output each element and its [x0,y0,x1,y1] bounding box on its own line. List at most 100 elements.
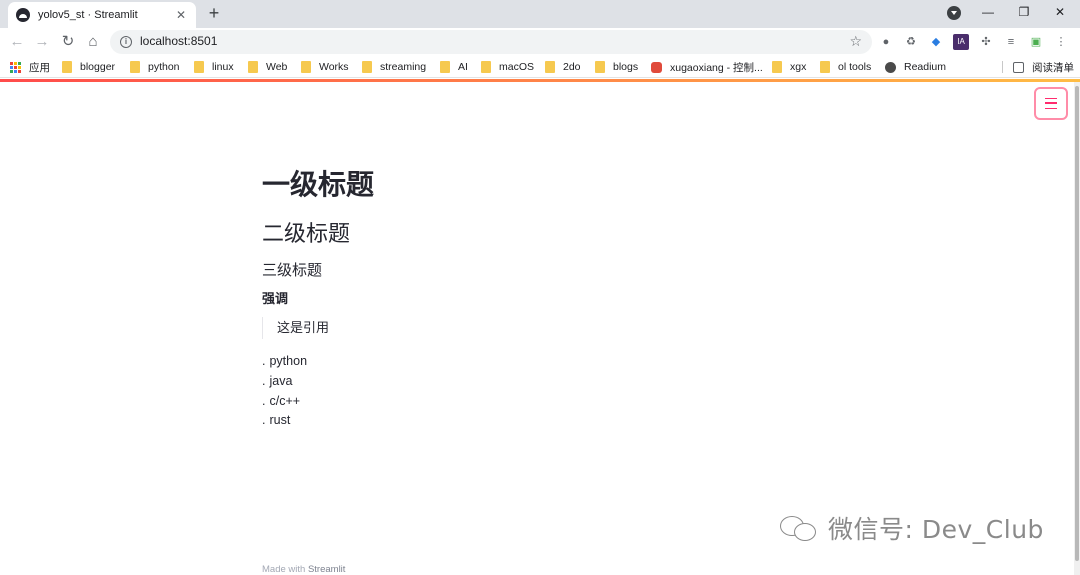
folder-icon [194,61,204,73]
wechat-watermark: 微信号: Dev_Club [780,510,1044,546]
language-list: . python . java . c/c++ . rust [262,352,307,431]
bookmark-label: 应用 [29,61,50,74]
streamlit-footer: Made with Streamlit [262,564,345,575]
footer-prefix: Made with [262,564,306,575]
bookmark-label: Web [266,61,288,73]
bookmark-python[interactable]: python [130,60,180,74]
extension-ia-icon[interactable]: IA [953,34,969,50]
extension-recycle-icon[interactable]: ♻ [903,34,919,50]
bookmark-streaming[interactable]: streaming [362,60,426,74]
heading-level-3: 三级标题 [262,262,323,279]
heading-level-1: 一级标题 [262,169,375,200]
main-menu-button[interactable] [1034,87,1068,120]
grafana-icon [651,61,662,73]
bookmark-label: blogs [613,61,639,73]
bookmark-blogger[interactable]: blogger [62,60,115,74]
streamlit-app-view [0,82,1080,575]
url-text[interactable]: localhost:8501 [140,34,217,48]
extension-icon[interactable]: ● [878,34,894,50]
list-item: . java [262,372,307,392]
home-button[interactable]: ⌂ [83,32,103,52]
bookmark-label: blogger [80,61,116,73]
list-item-text: c/c++ [269,393,301,408]
bookmark-macos[interactable]: macOS [481,60,534,74]
list-item: . c/c++ [262,392,307,412]
bookmark-label: AI [458,61,468,73]
folder-icon [820,61,830,73]
bookmark-label: macOS [499,61,535,73]
bookmark-works[interactable]: Works [301,60,349,74]
hamburger-menu-icon [1045,98,1057,109]
folder-icon [62,61,72,73]
folder-icon [301,61,311,73]
bookmark-label: Readium [904,61,947,73]
footer-streamlit-link[interactable]: Streamlit [308,564,345,575]
bookmarks-divider [1002,61,1003,73]
tab-title: yolov5_st · Streamlit [38,9,138,21]
browser-menu-icon[interactable]: ⋮ [1053,34,1069,50]
heading-level-2: 二级标题 [262,221,351,246]
list-bullet: . [262,373,266,388]
forward-button[interactable]: → [32,32,52,52]
bookmark-2do[interactable]: 2do [545,60,581,74]
bookmark-xgx[interactable]: xgx [772,60,806,74]
bookmark-ol-tools[interactable]: ol tools [820,60,871,74]
list-bullet: . [262,393,266,408]
list-item-text: python [269,354,308,368]
wechat-icon [780,514,818,542]
bookmark-apps[interactable]: 应用 [10,60,50,74]
bookmark-readium[interactable]: Readium [885,60,946,74]
folder-icon [595,61,605,73]
scrollbar-thumb[interactable] [1075,86,1079,561]
list-bullet: . [262,354,266,368]
extension-diamond-icon[interactable]: ◆ [928,34,944,50]
reload-button[interactable]: ↻ [58,32,78,52]
address-bar[interactable]: i localhost:8501 ☆ [110,30,872,54]
bookmark-label: 2do [563,61,581,73]
bookmark-xugaoxiang[interactable]: xugaoxiang - 控制... [651,60,763,74]
list-item-text: java [269,373,293,388]
profile-menu-icon[interactable] [947,6,961,20]
new-tab-button[interactable]: + [205,3,223,23]
bookmark-label: streaming [380,61,427,73]
reading-list-button[interactable]: 阅读清单 [1013,60,1074,74]
watermark-text: 微信号: Dev_Club [828,515,1044,544]
list-item: . python [262,352,307,372]
folder-icon [772,61,782,73]
tab-strip: yolov5_st · Streamlit ✕ + — ❐ ✕ [0,0,1080,28]
list-bullet: . [262,413,266,428]
bookmark-label: Works [319,61,349,73]
back-button[interactable]: ← [7,32,27,52]
bold-text: 强调 [262,291,289,306]
bookmark-blogs[interactable]: blogs [595,60,638,74]
browser-tab[interactable]: yolov5_st · Streamlit ✕ [8,2,196,28]
minimize-button[interactable]: — [978,2,998,22]
list-item: . rust [262,411,307,431]
bookmark-ai[interactable]: AI [440,60,468,74]
bookmarks-bar: 应用 blogger python linux Web Works stream… [0,56,1080,78]
folder-icon [362,61,372,73]
bookmark-linux[interactable]: linux [194,60,234,74]
bookmark-label: xgx [790,61,807,73]
bookmark-web[interactable]: Web [248,60,287,74]
bookmark-star-icon[interactable]: ☆ [849,33,862,50]
folder-icon [481,61,491,73]
page-scrollbar[interactable] [1074,82,1080,575]
bookmark-label: python [148,61,180,73]
reading-list-icon [1013,61,1024,73]
browser-toolbar: ← → ↻ ⌂ i localhost:8501 ☆ ● ♻ ◆ IA ✣ ≡ … [0,28,1080,56]
folder-icon [130,61,140,73]
restore-button[interactable]: ❐ [1014,2,1034,22]
bookmark-label: xugaoxiang - 控制... [670,61,763,74]
close-window-button[interactable]: ✕ [1050,2,1070,22]
tab-close-icon[interactable]: ✕ [174,8,188,22]
site-info-icon[interactable]: i [120,36,132,48]
globe-icon [885,61,896,73]
reading-mode-icon[interactable]: ≡ [1003,34,1019,50]
bookmark-label: ol tools [838,61,872,73]
apps-icon [10,61,21,73]
blockquote: 这是引用 [262,317,329,339]
reading-list-label: 阅读清单 [1032,61,1074,74]
extension-badge-icon[interactable]: ▣ [1028,34,1044,50]
extensions-puzzle-icon[interactable]: ✣ [978,34,994,50]
